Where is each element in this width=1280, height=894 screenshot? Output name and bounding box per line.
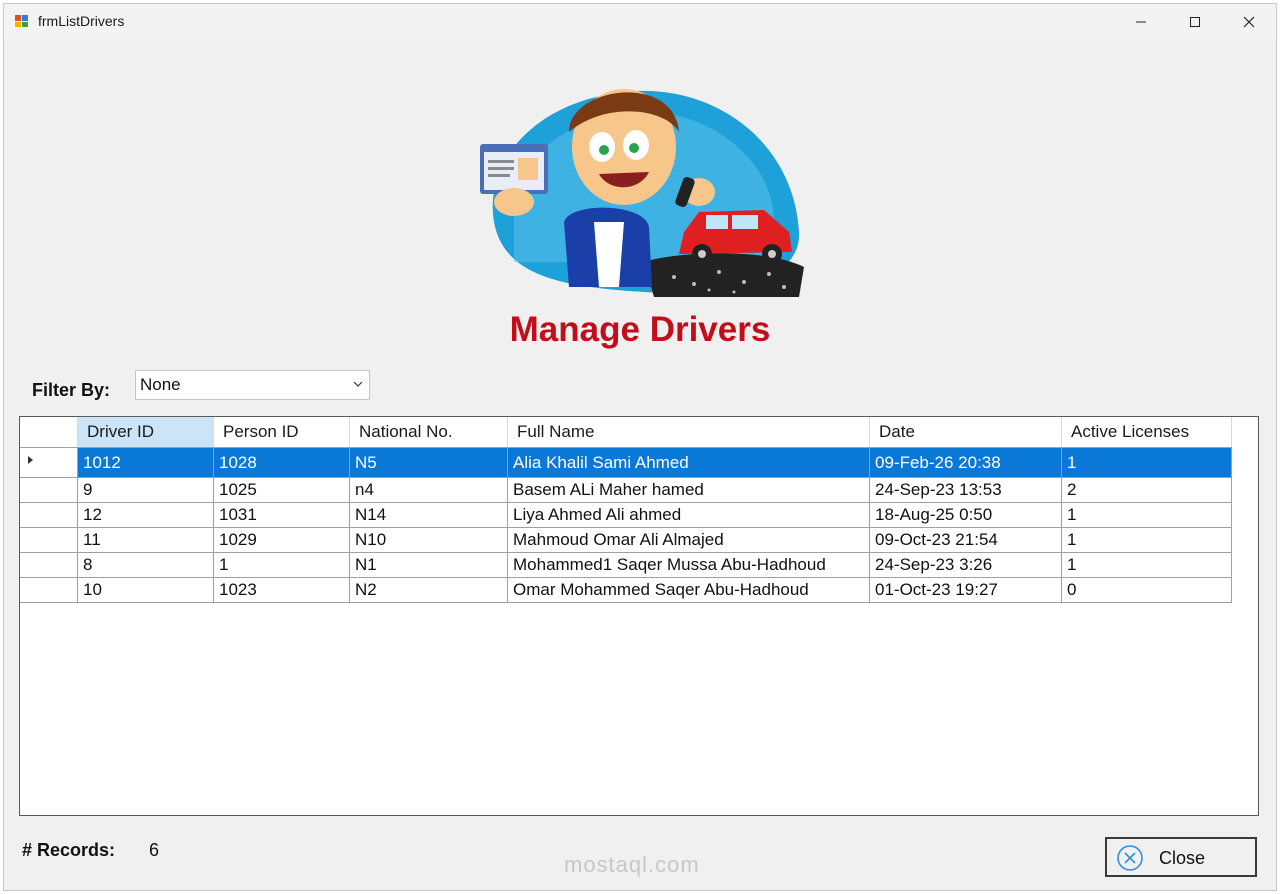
cell-date[interactable]: 01-Oct-23 19:27 — [869, 577, 1062, 603]
cell-national-no[interactable]: n4 — [349, 477, 508, 503]
cell-person-id[interactable]: 1031 — [213, 502, 350, 528]
table-row[interactable]: 10 1023 N2 Omar Mohammed Saqer Abu-Hadho… — [20, 577, 1232, 603]
drivers-grid[interactable]: Driver ID Person ID National No. Full Na… — [19, 416, 1259, 816]
table-row[interactable]: 8 1 N1 Mohammed1 Saqer Mussa Abu-Hadhoud… — [20, 552, 1232, 578]
records-label: # Records: — [22, 840, 116, 860]
cell-full-name[interactable]: Basem ALi Maher hamed — [507, 477, 870, 503]
table-row[interactable]: 12 1031 N14 Liya Ahmed Ali ahmed 18-Aug-… — [20, 502, 1232, 528]
row-header[interactable] — [20, 527, 78, 553]
cell-driver-id[interactable]: 9 — [77, 477, 214, 503]
cell-person-id[interactable]: 1023 — [213, 577, 350, 603]
minimize-button[interactable] — [1114, 4, 1168, 40]
cell-driver-id[interactable]: 12 — [77, 502, 214, 528]
cell-national-no[interactable]: N1 — [349, 552, 508, 578]
row-header[interactable] — [20, 447, 78, 478]
column-header-full-name[interactable]: Full Name — [507, 417, 870, 448]
row-header[interactable] — [20, 477, 78, 503]
current-row-arrow-icon — [28, 456, 33, 464]
cell-date[interactable]: 18-Aug-25 0:50 — [869, 502, 1062, 528]
cell-date[interactable]: 09-Oct-23 21:54 — [869, 527, 1062, 553]
filter-selected-value: None — [140, 375, 181, 394]
cell-date[interactable]: 09-Feb-26 20:38 — [869, 447, 1062, 478]
cell-full-name[interactable]: Alia Khalil Sami Ahmed — [507, 447, 870, 478]
maximize-icon — [1190, 17, 1200, 27]
form-window: frmListDrivers Manage Drivers Filter By:… — [3, 3, 1277, 891]
cell-national-no[interactable]: N14 — [349, 502, 508, 528]
cell-full-name[interactable]: Liya Ahmed Ali ahmed — [507, 502, 870, 528]
cell-national-no[interactable]: N5 — [349, 447, 508, 478]
cell-national-no[interactable]: N10 — [349, 527, 508, 553]
cell-driver-id[interactable]: 8 — [77, 552, 214, 578]
column-header-driver-id[interactable]: Driver ID — [77, 417, 214, 448]
header-row: Driver ID Person ID National No. Full Na… — [20, 417, 1232, 448]
maximize-button[interactable] — [1168, 4, 1222, 40]
window-title: frmListDrivers — [38, 13, 125, 29]
table-row[interactable]: 1012 1028 N5 Alia Khalil Sami Ahmed 09-F… — [20, 447, 1232, 478]
cell-person-id[interactable]: 1029 — [213, 527, 350, 553]
filter-dropdown[interactable]: None — [135, 370, 370, 400]
cell-date[interactable]: 24-Sep-23 13:53 — [869, 477, 1062, 503]
row-header[interactable] — [20, 502, 78, 528]
cell-full-name[interactable]: Mahmoud Omar Ali Almajed — [507, 527, 870, 553]
row-header[interactable] — [20, 577, 78, 603]
cell-person-id[interactable]: 1 — [213, 552, 350, 578]
close-button[interactable]: Close — [1105, 837, 1257, 877]
cell-active-licenses[interactable]: 2 — [1061, 477, 1232, 503]
cell-active-licenses[interactable]: 1 — [1061, 502, 1232, 528]
corner-header — [20, 417, 78, 448]
close-window-button[interactable] — [1222, 4, 1276, 40]
cell-full-name[interactable]: Mohammed1 Saqer Mussa Abu-Hadhoud — [507, 552, 870, 578]
cell-active-licenses[interactable]: 1 — [1061, 447, 1232, 478]
minimize-icon — [1136, 21, 1146, 23]
cell-date[interactable]: 24-Sep-23 3:26 — [869, 552, 1062, 578]
column-header-date[interactable]: Date — [869, 417, 1062, 448]
page-title: Manage Drivers — [509, 310, 771, 349]
drivers-table: Driver ID Person ID National No. Full Na… — [20, 417, 1232, 603]
close-circle-icon — [1117, 845, 1143, 871]
app-icon — [15, 15, 28, 27]
cell-driver-id[interactable]: 11 — [77, 527, 214, 553]
cell-full-name[interactable]: Omar Mohammed Saqer Abu-Hadhoud — [507, 577, 870, 603]
column-header-national-no[interactable]: National No. — [349, 417, 508, 448]
driver-illustration — [480, 89, 804, 297]
watermark: mostaql.com — [564, 852, 700, 877]
close-button-label: Close — [1159, 848, 1206, 868]
cell-person-id[interactable]: 1028 — [213, 447, 350, 478]
column-header-active-licenses[interactable]: Active Licenses — [1061, 417, 1232, 448]
records-count: 6 — [149, 840, 160, 860]
cell-active-licenses[interactable]: 1 — [1061, 527, 1232, 553]
cell-national-no[interactable]: N2 — [349, 577, 508, 603]
cell-active-licenses[interactable]: 1 — [1061, 552, 1232, 578]
table-row[interactable]: 11 1029 N10 Mahmoud Omar Ali Almajed 09-… — [20, 527, 1232, 553]
chevron-down-icon — [353, 381, 363, 387]
filter-label: Filter By: — [32, 380, 111, 400]
cell-driver-id[interactable]: 10 — [77, 577, 214, 603]
cell-driver-id[interactable]: 1012 — [77, 447, 214, 478]
close-icon — [1243, 16, 1255, 28]
column-header-person-id[interactable]: Person ID — [213, 417, 350, 448]
title-bar[interactable]: frmListDrivers — [4, 4, 1276, 40]
table-row[interactable]: 9 1025 n4 Basem ALi Maher hamed 24-Sep-2… — [20, 477, 1232, 503]
cell-person-id[interactable]: 1025 — [213, 477, 350, 503]
row-header[interactable] — [20, 552, 78, 578]
cell-active-licenses[interactable]: 0 — [1061, 577, 1232, 603]
